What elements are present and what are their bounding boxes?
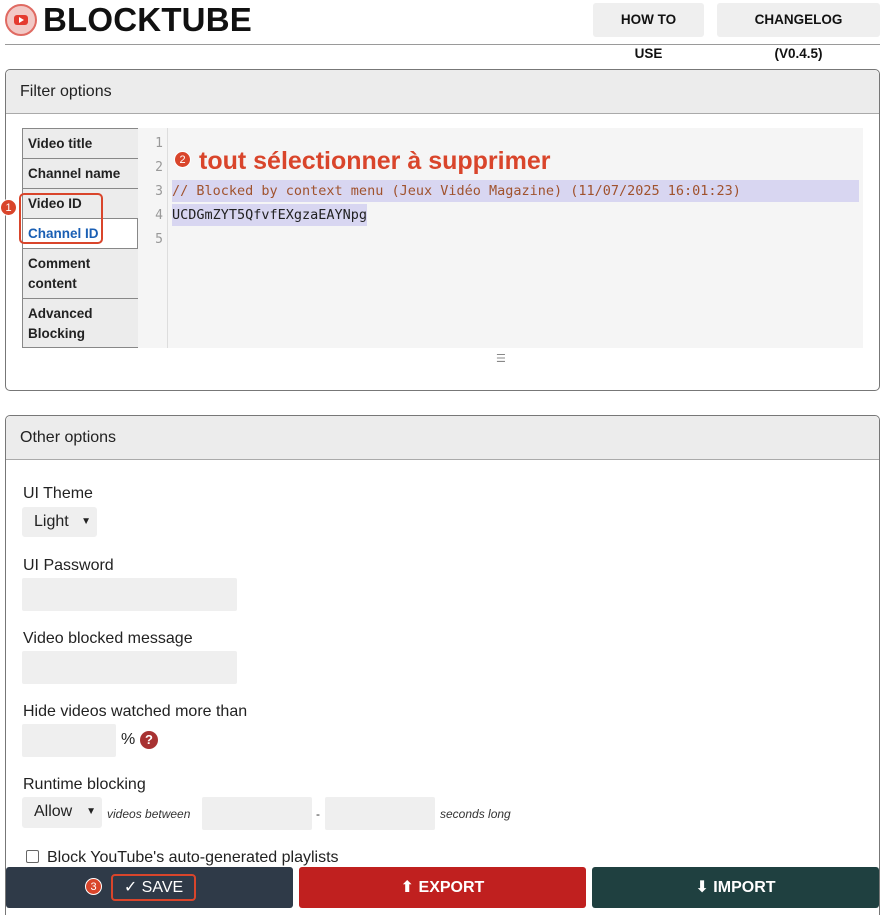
tab-video-title[interactable]: Video title <box>22 128 138 158</box>
line-number: 3 <box>155 184 163 199</box>
annotation-marker-3: 3 <box>85 878 102 895</box>
annotation-marker-2: 2 <box>174 151 191 168</box>
videos-between-text: videos between <box>107 807 191 821</box>
blocktube-logo-icon <box>5 4 37 36</box>
video-blocked-message-input[interactable] <box>22 651 237 684</box>
runtime-blocking-value: Allow <box>34 803 73 820</box>
ui-theme-label: UI Theme <box>23 485 93 502</box>
export-button[interactable]: ⬆ EXPORT <box>299 867 586 908</box>
tab-channel-name[interactable]: Channel name <box>22 158 138 188</box>
annotation-box-tabs <box>19 193 103 244</box>
app-header: BLOCKTUBE HOW TO USE CHANGELOG (V0.4.5) <box>5 0 880 61</box>
line-number-gutter: 1 2 3 4 5 <box>138 128 168 348</box>
tab-comment-content[interactable]: Comment content <box>22 248 138 298</box>
ui-theme-value: Light <box>34 513 69 530</box>
how-to-use-button[interactable]: HOW TO USE <box>593 3 704 61</box>
save-button[interactable]: ✓ SAVE <box>6 867 293 908</box>
line-number: 2 <box>155 160 163 175</box>
ui-password-label: UI Password <box>23 557 114 574</box>
filter-options-panel: Filter options Video title Channel name … <box>5 69 880 391</box>
help-icon[interactable]: ? <box>140 731 158 749</box>
runtime-blocking-select[interactable]: Allow ▼ <box>22 797 102 828</box>
hide-watched-label: Hide videos watched more than <box>23 703 248 720</box>
line-number: 4 <box>155 208 163 223</box>
runtime-blocking-label: Runtime blocking <box>23 776 146 793</box>
ui-theme-select[interactable]: Light ▼ <box>22 507 97 537</box>
seconds-long-text: seconds long <box>440 807 511 821</box>
annotation-note: tout sélectionner à supprimer <box>199 147 551 175</box>
app-title: BLOCKTUBE <box>43 1 252 38</box>
autogen-playlists-label: Block YouTube's auto-generated playlists <box>47 849 339 866</box>
chevron-down-icon: ▼ <box>81 516 91 527</box>
autogen-playlists-checkbox[interactable] <box>26 850 39 863</box>
filter-options-title: Filter options <box>6 70 879 114</box>
ui-password-input[interactable] <box>22 578 237 611</box>
other-options-title: Other options <box>6 416 879 460</box>
hide-watched-percent-input[interactable] <box>22 724 116 757</box>
percent-sign: % <box>121 731 136 748</box>
line-number: 1 <box>155 136 163 151</box>
tab-advanced-blocking[interactable]: Advanced Blocking <box>22 298 138 348</box>
range-dash: - <box>316 807 320 821</box>
line-number: 5 <box>155 232 163 247</box>
code-line-channel-id[interactable]: UCDGmZYT5QfvfEXgzaEAYNpg <box>172 204 368 226</box>
code-line-comment[interactable]: // Blocked by context menu (Jeux Vidéo M… <box>172 180 859 202</box>
import-button[interactable]: ⬇ IMPORT <box>592 867 879 908</box>
runtime-max-input[interactable] <box>325 797 435 830</box>
annotation-marker-1: 1 <box>0 199 17 216</box>
chevron-down-icon: ▼ <box>86 806 96 817</box>
save-button-label: ✓ SAVE <box>111 874 196 901</box>
video-blocked-message-label: Video blocked message <box>23 630 193 647</box>
runtime-min-input[interactable] <box>202 797 312 830</box>
changelog-button[interactable]: CHANGELOG (V0.4.5) <box>717 3 880 61</box>
resize-grip-icon[interactable]: ☰ <box>496 352 506 365</box>
